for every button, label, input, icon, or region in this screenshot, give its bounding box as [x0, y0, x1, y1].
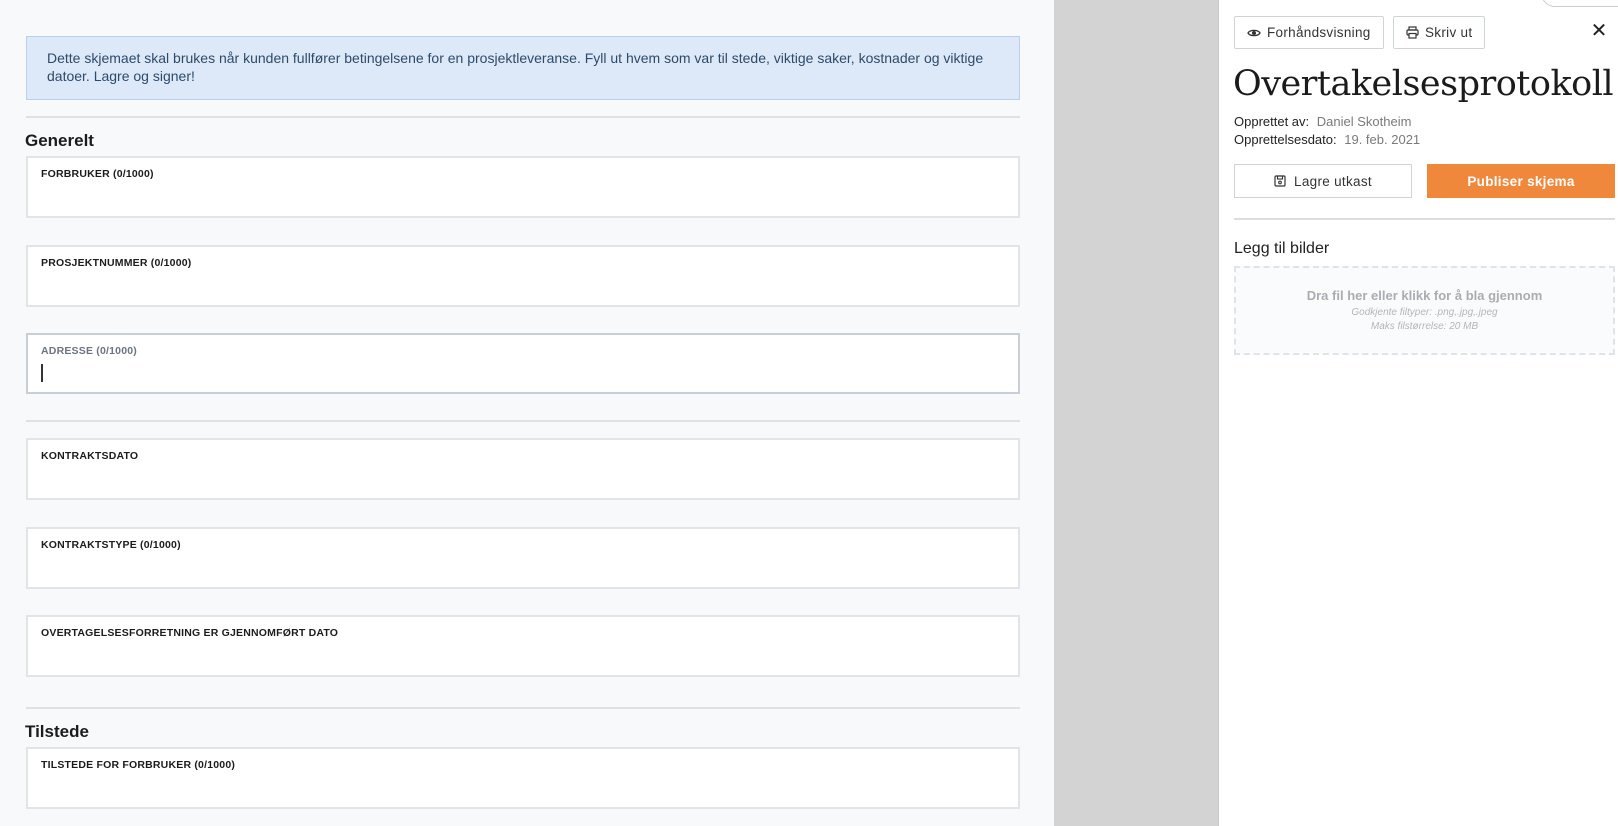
print-button[interactable]: Skriv ut — [1393, 16, 1486, 49]
preview-button-label: Forhåndsvisning — [1267, 25, 1371, 40]
side-panel: Forhåndsvisning Skriv ut ✕ Overtakelsesp… — [1218, 0, 1618, 826]
overtagelse-dato-field[interactable]: OVERTAGELSESFORRETNING ER GJENNOMFØRT DA… — [26, 615, 1020, 677]
forbruker-input[interactable] — [40, 184, 1006, 210]
panel-divider — [1234, 218, 1615, 220]
dropzone-main-text: Dra fil her eller klikk for å bla gjenno… — [1306, 288, 1543, 303]
tilstede-forbruker-input[interactable] — [40, 775, 1006, 801]
section-title-present: Tilstede — [25, 722, 89, 741]
page-title: Overtakelsesprotokoll — [1233, 64, 1614, 104]
kontraktsdato-input[interactable] — [40, 466, 1006, 492]
created-by: Opprettet av: Daniel Skotheim — [1234, 114, 1411, 129]
text-caret — [41, 364, 43, 382]
prosjektnummer-label: PROSJEKTNUMMER (0/1000) — [41, 257, 192, 269]
close-icon[interactable]: ✕ — [1587, 18, 1611, 42]
dropzone-file-types: Godkjente filtyper: .png,.jpg,.jpeg — [1351, 307, 1498, 318]
save-icon — [1274, 175, 1286, 187]
save-draft-label: Lagre utkast — [1294, 173, 1372, 189]
images-section-title: Legg til bilder — [1234, 240, 1330, 257]
eye-icon — [1247, 29, 1261, 36]
corner-decoration — [1541, 0, 1618, 7]
adresse-field[interactable]: ADRESSE (0/1000) — [26, 333, 1020, 394]
kontraktstype-label: KONTRAKTSTYPE (0/1000) — [41, 539, 181, 551]
publish-button[interactable]: Publiser skjema — [1427, 164, 1615, 198]
prosjektnummer-field[interactable]: PROSJEKTNUMMER (0/1000) — [26, 245, 1020, 307]
tilstede-forbruker-field[interactable]: TILSTEDE FOR FORBRUKER (0/1000) — [26, 747, 1020, 809]
preview-button[interactable]: Forhåndsvisning — [1234, 16, 1384, 49]
kontraktstype-field[interactable]: KONTRAKTSTYPE (0/1000) — [26, 527, 1020, 589]
created-by-label: Opprettet av: — [1234, 114, 1310, 129]
forbruker-label: FORBRUKER (0/1000) — [41, 168, 154, 180]
forbruker-field[interactable]: FORBRUKER (0/1000) — [26, 156, 1020, 218]
dropzone-max-size: Maks filstørrelse: 20 MB — [1370, 321, 1479, 332]
kontraktsdato-label: KONTRAKTSDATO — [41, 450, 139, 462]
overlay-gutter — [1054, 0, 1218, 826]
section-divider — [26, 707, 1020, 709]
created-date-label: Opprettelsesdato: — [1234, 132, 1337, 147]
publish-button-label: Publiser skjema — [1467, 173, 1575, 189]
adresse-label: ADRESSE (0/1000) — [41, 345, 137, 357]
section-title-general: Generelt — [25, 131, 94, 150]
overtagelse-dato-label: OVERTAGELSESFORRETNING ER GJENNOMFØRT DA… — [41, 627, 339, 639]
file-dropzone[interactable]: Dra fil her eller klikk for å bla gjenno… — [1234, 266, 1615, 355]
created-by-value: Daniel Skotheim — [1316, 114, 1412, 129]
save-draft-button[interactable]: Lagre utkast — [1234, 164, 1412, 198]
section-divider — [26, 116, 1020, 118]
tilstede-forbruker-label: TILSTEDE FOR FORBRUKER (0/1000) — [41, 759, 236, 771]
created-date: Opprettelsesdato: 19. feb. 2021 — [1234, 132, 1420, 147]
form-area: Dette skjemaet skal brukes når kunden fu… — [0, 0, 1054, 826]
kontraktstype-input[interactable] — [40, 555, 1006, 581]
kontraktsdato-field[interactable]: KONTRAKTSDATO — [26, 438, 1020, 500]
printer-icon — [1406, 26, 1419, 39]
print-button-label: Skriv ut — [1425, 25, 1473, 40]
prosjektnummer-input[interactable] — [40, 273, 1006, 299]
overtagelse-dato-input[interactable] — [40, 643, 1006, 669]
info-banner-text: Dette skjemaet skal brukes når kunden fu… — [47, 50, 984, 84]
section-divider — [26, 420, 1020, 422]
info-banner: Dette skjemaet skal brukes når kunden fu… — [26, 36, 1020, 100]
created-date-value: 19. feb. 2021 — [1344, 132, 1421, 147]
